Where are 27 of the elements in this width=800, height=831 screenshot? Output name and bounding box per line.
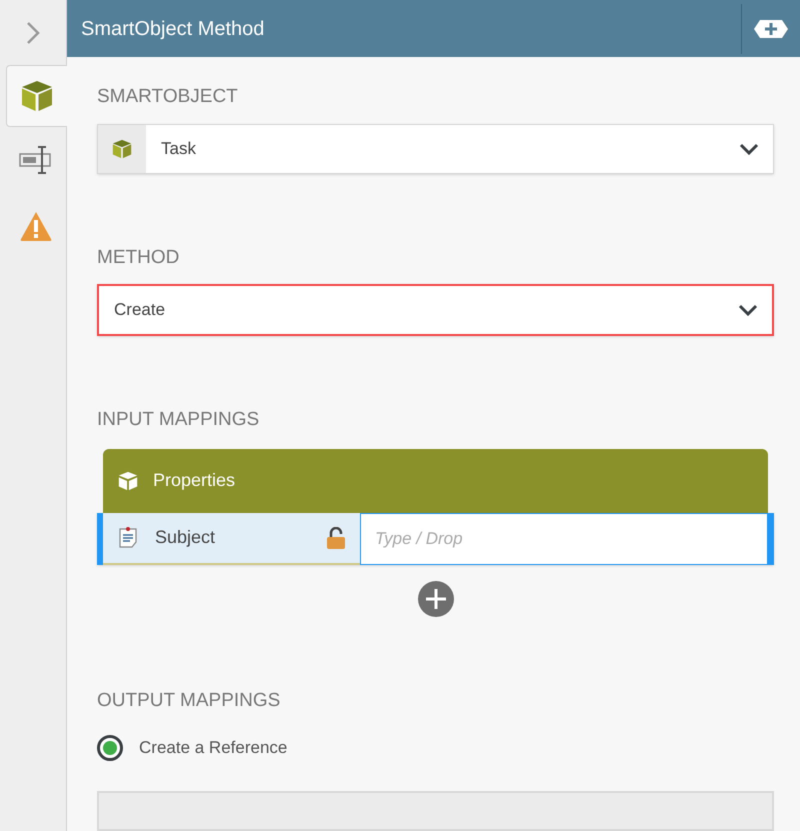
cube-icon [117,470,139,492]
section-label: METHOD [97,246,180,270]
chevron-right-icon [26,20,40,44]
radio-button[interactable] [97,735,123,761]
section-label: OUTPUT MAPPINGS [97,688,282,712]
dropdown-value: Task [160,138,197,160]
add-mapping-button[interactable] [418,580,454,616]
section-label: INPUT MAPPINGS [97,408,260,432]
value-field[interactable]: Type / Drop [360,512,768,564]
property-name: Subject [155,526,216,549]
section-label: SMARTOBJECT [97,85,239,109]
chevron-down-icon [739,142,759,154]
cube-icon [111,138,133,160]
dropdown-value: Create [113,299,166,322]
sidebar-tab[interactable] [6,65,67,127]
group-title: Properties [153,469,236,492]
radio-label: Create a Reference [139,737,288,760]
plus-icon [424,588,446,610]
method-dropdown[interactable]: Create [97,284,774,336]
add-icon [753,18,789,38]
chevron-down-icon [738,304,758,316]
text-field-icon [18,144,54,176]
reference-field[interactable] [97,791,774,831]
cube-icon [19,78,55,114]
warning-icon [19,210,53,242]
panel-title: SmartObject Method [81,16,266,42]
smartobject-dropdown[interactable]: Task [97,124,774,174]
